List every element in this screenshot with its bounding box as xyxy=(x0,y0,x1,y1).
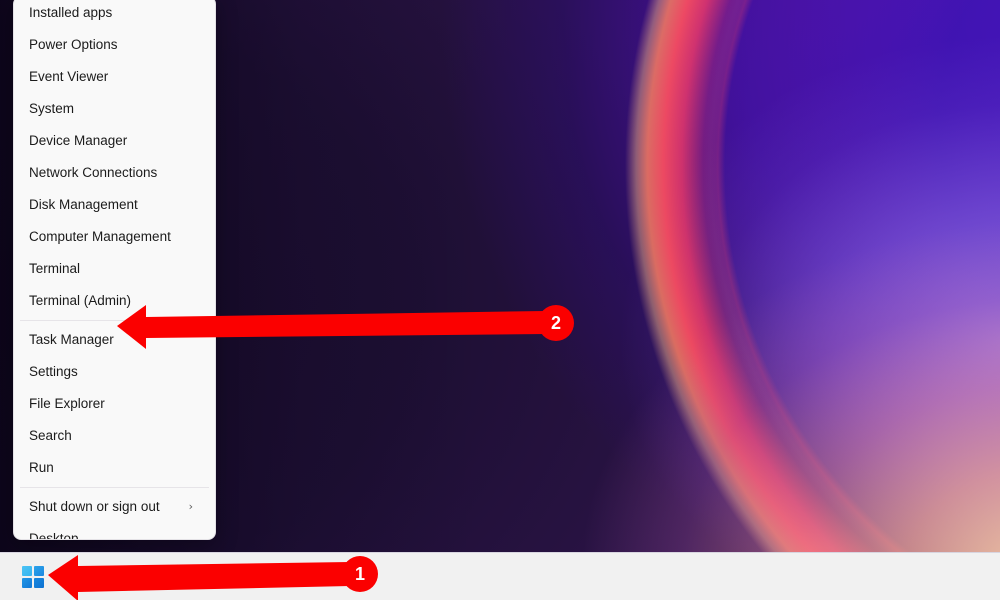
menu-item-terminal[interactable]: Terminal xyxy=(14,253,215,285)
power-user-menu[interactable]: Installed apps Power Options Event Viewer S… xyxy=(13,0,216,540)
menu-item-network-connections[interactable]: Network Connections xyxy=(14,157,215,189)
menu-separator xyxy=(20,320,209,321)
menu-item-power-options[interactable]: Power Options xyxy=(14,29,215,61)
menu-item-settings[interactable]: Settings xyxy=(14,356,215,388)
start-button[interactable] xyxy=(13,563,53,591)
menu-item-label: File Explorer xyxy=(29,396,105,411)
menu-item-device-manager[interactable]: Device Manager xyxy=(14,125,215,157)
menu-item-label: Search xyxy=(29,428,72,443)
screenshot-root: Installed apps Power Options Event Viewer S… xyxy=(0,0,1000,600)
menu-item-search[interactable]: Search xyxy=(14,420,215,452)
menu-item-desktop[interactable]: Desktop xyxy=(14,523,215,540)
chevron-right-icon: › xyxy=(188,500,193,513)
menu-item-label: Run xyxy=(29,460,54,475)
menu-item-label: Computer Management xyxy=(29,229,171,244)
menu-item-label: Device Manager xyxy=(29,133,128,148)
menu-item-task-manager[interactable]: Task Manager xyxy=(14,324,215,356)
menu-item-disk-management[interactable]: Disk Management xyxy=(14,189,215,221)
menu-item-label: Terminal xyxy=(29,261,81,276)
menu-item-label: Shut down or sign out xyxy=(29,499,160,514)
windows-logo-quadrant-top-left xyxy=(22,566,32,576)
menu-item-run[interactable]: Run xyxy=(14,452,215,484)
menu-item-label: Power Options xyxy=(29,37,118,52)
menu-item-label: Settings xyxy=(29,364,78,379)
menu-item-label: Disk Management xyxy=(29,197,138,212)
menu-item-shut-down-or-sign-out[interactable]: Shut down or sign out › xyxy=(14,491,215,523)
menu-item-terminal-admin[interactable]: Terminal (Admin) xyxy=(14,285,215,317)
menu-item-computer-management[interactable]: Computer Management xyxy=(14,221,215,253)
windows-logo-quadrant-bottom-right xyxy=(34,578,44,588)
menu-item-label: Network Connections xyxy=(29,165,158,180)
menu-item-label: Event Viewer xyxy=(29,69,109,84)
menu-separator xyxy=(20,487,209,488)
taskbar[interactable] xyxy=(0,552,1000,600)
menu-item-installed-apps[interactable]: Installed apps xyxy=(14,0,215,29)
menu-item-event-viewer[interactable]: Event Viewer xyxy=(14,61,215,93)
menu-item-label: Terminal (Admin) xyxy=(29,293,132,308)
menu-item-file-explorer[interactable]: File Explorer xyxy=(14,388,215,420)
menu-item-label: Desktop xyxy=(29,531,79,540)
menu-item-label: System xyxy=(29,101,75,116)
menu-item-label: Installed apps xyxy=(29,5,113,20)
windows-logo-icon xyxy=(22,566,44,588)
windows-logo-quadrant-top-right xyxy=(34,566,44,576)
menu-item-system[interactable]: System xyxy=(14,93,215,125)
power-user-menu-list: Installed apps Power Options Event Viewer S… xyxy=(14,0,215,540)
windows-logo-quadrant-bottom-left xyxy=(22,578,32,588)
menu-item-label: Task Manager xyxy=(29,332,114,347)
